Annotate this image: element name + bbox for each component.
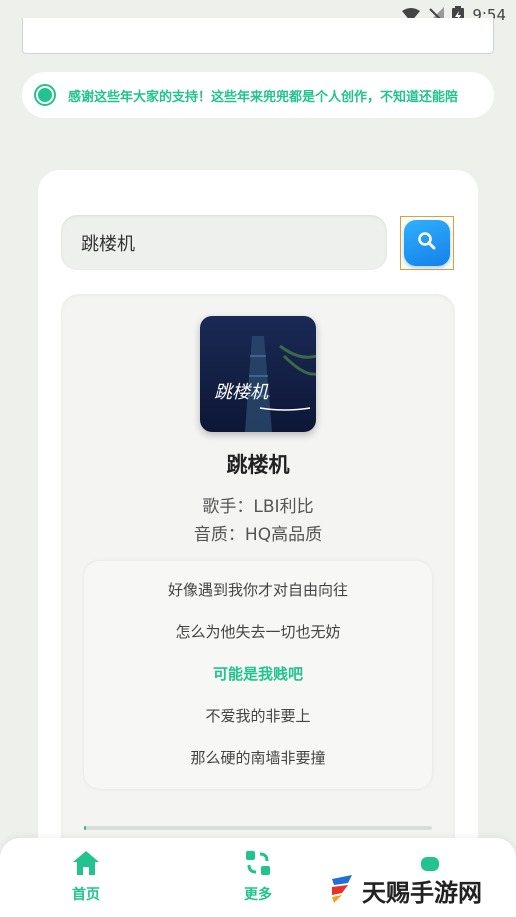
nav-label-more: 更多 [244,887,272,903]
song-quality: 音质：HQ高品质 [193,525,323,545]
watermark-text: 天赐手游网 [362,878,482,907]
home-icon [46,848,126,878]
progress-fill [84,826,86,830]
player-panel: 跳楼机 跳楼机 歌手：LBI利比 音质：HQ高品质 好像遇到我你才对自由向往 怎么… [61,294,455,854]
lyric-line: 好像遇到我你才对自由向往 [167,581,348,599]
album-art-title: 跳楼机 [214,382,269,403]
top-card [22,18,494,54]
search-button-focus-ring [400,216,454,270]
notice-dot-icon [34,84,56,106]
watermark-logo-icon [328,873,356,907]
notice-banner: 感谢这些年大家的支持！这些年来兜兜都是个人创作，不知道还能陪 [22,72,494,118]
song-title: 跳楼机 [226,453,290,477]
search-button[interactable] [404,220,450,266]
progress-bar[interactable] [84,826,432,830]
search-input[interactable] [61,215,387,270]
main-card: 跳楼机 跳楼机 歌手：LBI利比 音质：HQ高品质 好像遇到我你才对自由向往怎么… [38,170,478,917]
album-art: 跳楼机 [200,316,316,432]
search-icon [417,231,437,255]
nav-item-home[interactable]: 首页 [46,848,126,904]
notice-text: 感谢这些年大家的支持！这些年来兜兜都是个人创作，不知道还能陪 [68,89,459,105]
song-singer: 歌手：LBI利比 [202,497,314,517]
lyric-line-active: 可能是我贱吧 [212,665,303,683]
lyric-line: 怎么为他失去一切也无妨 [175,623,341,641]
nav-label-home: 首页 [72,887,100,903]
swap-icon [218,848,298,878]
lyric-line: 不爱我的非要上 [205,707,311,725]
watermark: 天赐手游网 [328,870,482,910]
lyric-line: 那么硬的南墙非要撞 [190,749,326,767]
nav-item-more[interactable]: 更多 [218,848,298,904]
lyrics-box: 好像遇到我你才对自由向往 怎么为他失去一切也无妨 可能是我贱吧 不爱我的非要上 那么硬的… [84,561,432,789]
